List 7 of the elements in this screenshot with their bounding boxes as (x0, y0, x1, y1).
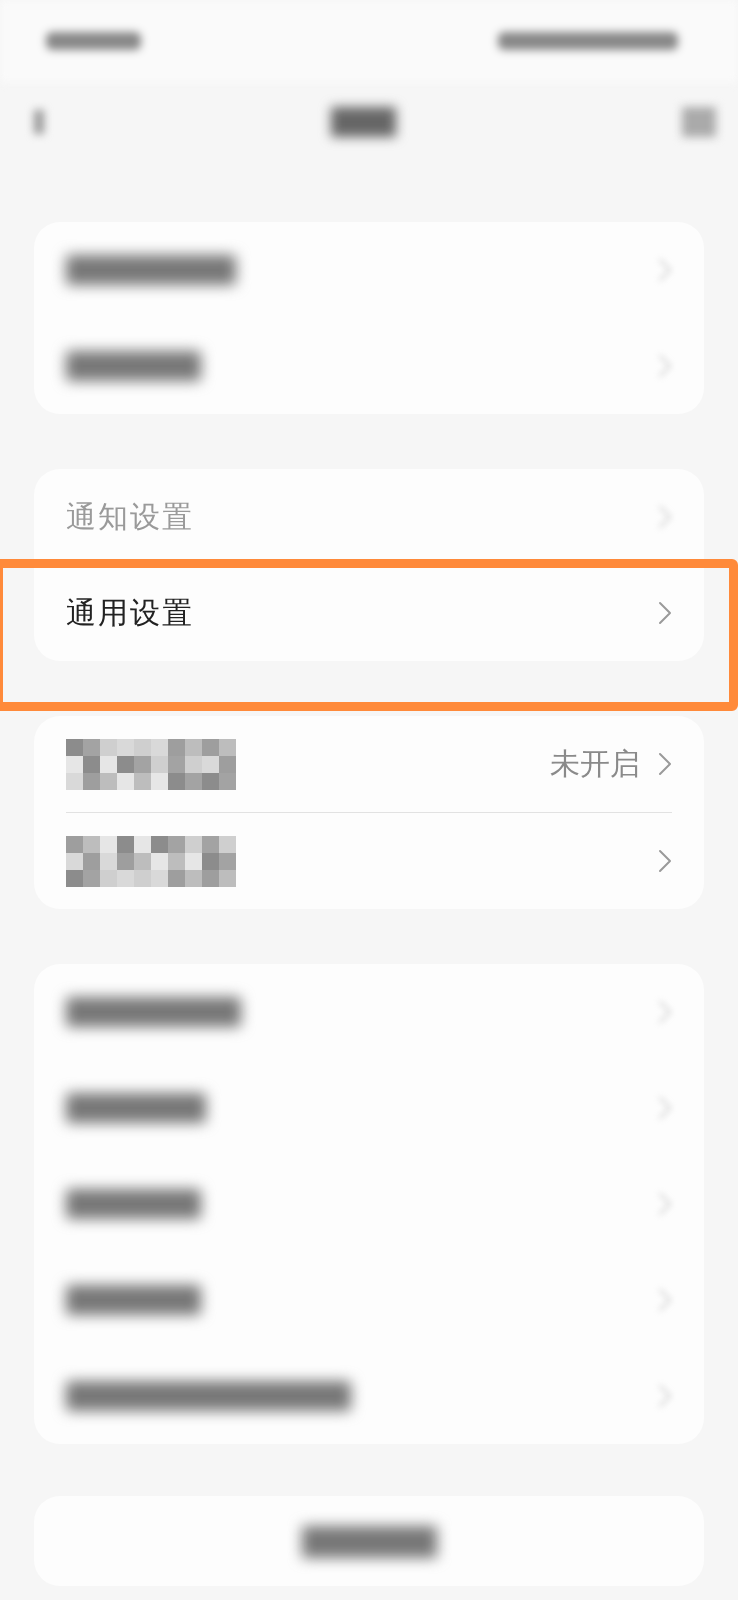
chevron-icon (658, 601, 672, 625)
logout-card[interactable] (34, 1496, 704, 1586)
settings-item[interactable]: 通用设置 (66, 592, 194, 634)
chevron-icon (658, 849, 672, 873)
chevron-icon (658, 752, 672, 776)
blurred-title (330, 107, 396, 137)
status-value: 未开启 (550, 744, 640, 783)
